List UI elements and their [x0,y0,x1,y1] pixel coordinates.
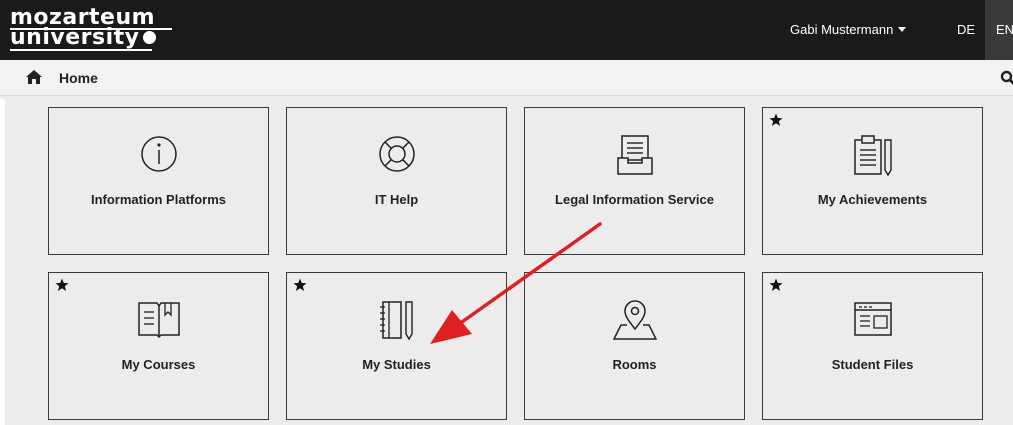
user-name: Gabi Mustermann [790,22,894,37]
mozarteum-university-logo[interactable]: mozarteum university [10,6,190,54]
tile-label: My Studies [362,357,431,372]
favorite-star-icon[interactable] [769,113,783,127]
search-icon[interactable] [1000,70,1013,86]
tile-my-studies[interactable]: My Studies [286,272,507,420]
tile-label: Information Platforms [90,192,227,207]
clipboard-pencil-icon [853,135,892,177]
tile-label: Legal Information Service [555,192,714,207]
breadcrumb: Home [0,60,1013,96]
logo-underline-2 [10,49,152,51]
tile-label: Student Files [831,357,914,372]
tile-information-platforms[interactable]: Information Platforms [48,107,269,255]
language-en-label: EN [996,22,1013,37]
tile-my-achievements[interactable]: My Achievements [762,107,983,255]
lifebuoy-icon [378,136,415,172]
logo-line-2-text: university [10,25,140,50]
favorite-star-icon[interactable] [293,278,307,292]
tile-rooms[interactable]: Rooms [524,272,745,420]
open-book-icon [137,302,180,339]
map-pin-icon [612,300,657,340]
favorite-star-icon[interactable] [55,278,69,292]
browser-window-icon [853,302,892,336]
info-icon [140,136,177,172]
breadcrumb-home[interactable]: Home [59,70,98,86]
logo-dot [143,31,157,44]
user-menu-dropdown[interactable]: Gabi Mustermann [790,22,907,37]
logo-line-2: university [10,25,157,50]
language-de-button[interactable]: DE [957,22,975,37]
home-icon[interactable] [26,70,42,84]
tile-legal-information-service[interactable]: Legal Information Service [524,107,745,255]
tile-label: Rooms [612,357,657,372]
notebook-pencil-icon [379,301,413,341]
app-tiles-area: Information Platforms IT Help Legal Info… [5,96,1013,425]
tile-my-courses[interactable]: My Courses [48,272,269,420]
top-navigation-bar: mozarteum university Gabi Mustermann DE … [0,0,1013,60]
tile-it-help[interactable]: IT Help [286,107,507,255]
tile-label: My Achievements [817,192,928,207]
language-en-button[interactable]: EN [985,0,1013,60]
caret-down-icon [898,27,907,32]
tile-student-files[interactable]: Student Files [762,272,983,420]
inbox-tray-icon [616,135,653,175]
tile-label: IT Help [374,192,419,207]
tile-label: My Courses [121,357,196,372]
favorite-star-icon[interactable] [769,278,783,292]
